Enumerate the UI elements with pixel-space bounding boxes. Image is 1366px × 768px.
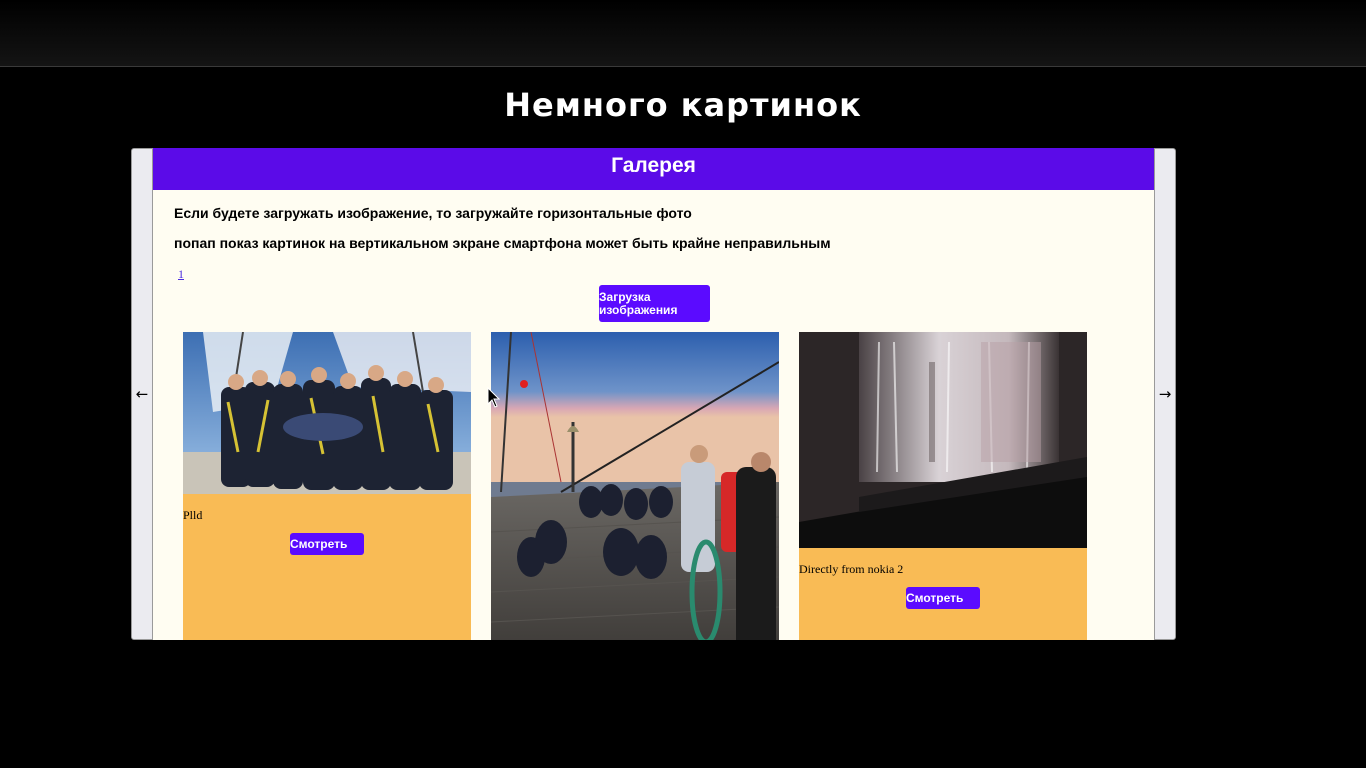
prev-button[interactable]: ←: [131, 148, 153, 640]
note-horizontal: Если будете загружать изображение, то за…: [174, 205, 692, 221]
gallery-card: Directly from nokia 2 Смотреть: [799, 332, 1087, 640]
note-vertical: попап показ картинок на вертикальном экр…: [174, 235, 831, 251]
arrow-left-icon: ←: [135, 385, 149, 403]
card-photo-crew[interactable]: [183, 332, 471, 494]
upload-image-button[interactable]: Загрузка изображения: [599, 285, 710, 322]
card-caption: Directly from nokia 2: [799, 562, 904, 576]
mouse-cursor-icon: [487, 387, 501, 408]
gallery-header: Галерея: [153, 148, 1154, 190]
page-link-1[interactable]: 1: [178, 267, 184, 282]
card-photo-deck[interactable]: [491, 332, 779, 640]
card-photo-window[interactable]: [799, 332, 1087, 548]
gallery-panel: Галерея Если будете загружать изображени…: [153, 148, 1154, 640]
page-title: Немного картинок: [504, 86, 862, 124]
view-button[interactable]: Смотреть: [290, 533, 364, 555]
gallery-card: [491, 332, 779, 640]
next-button[interactable]: →: [1154, 148, 1176, 640]
card-caption: Plld: [183, 508, 203, 522]
upload-image-label: Загрузка изображения: [599, 289, 678, 317]
gallery-card: Plld Смотреть: [183, 332, 471, 640]
arrow-right-icon: →: [1158, 385, 1172, 403]
view-button[interactable]: Смотреть: [906, 587, 980, 609]
top-bar: [0, 0, 1366, 67]
